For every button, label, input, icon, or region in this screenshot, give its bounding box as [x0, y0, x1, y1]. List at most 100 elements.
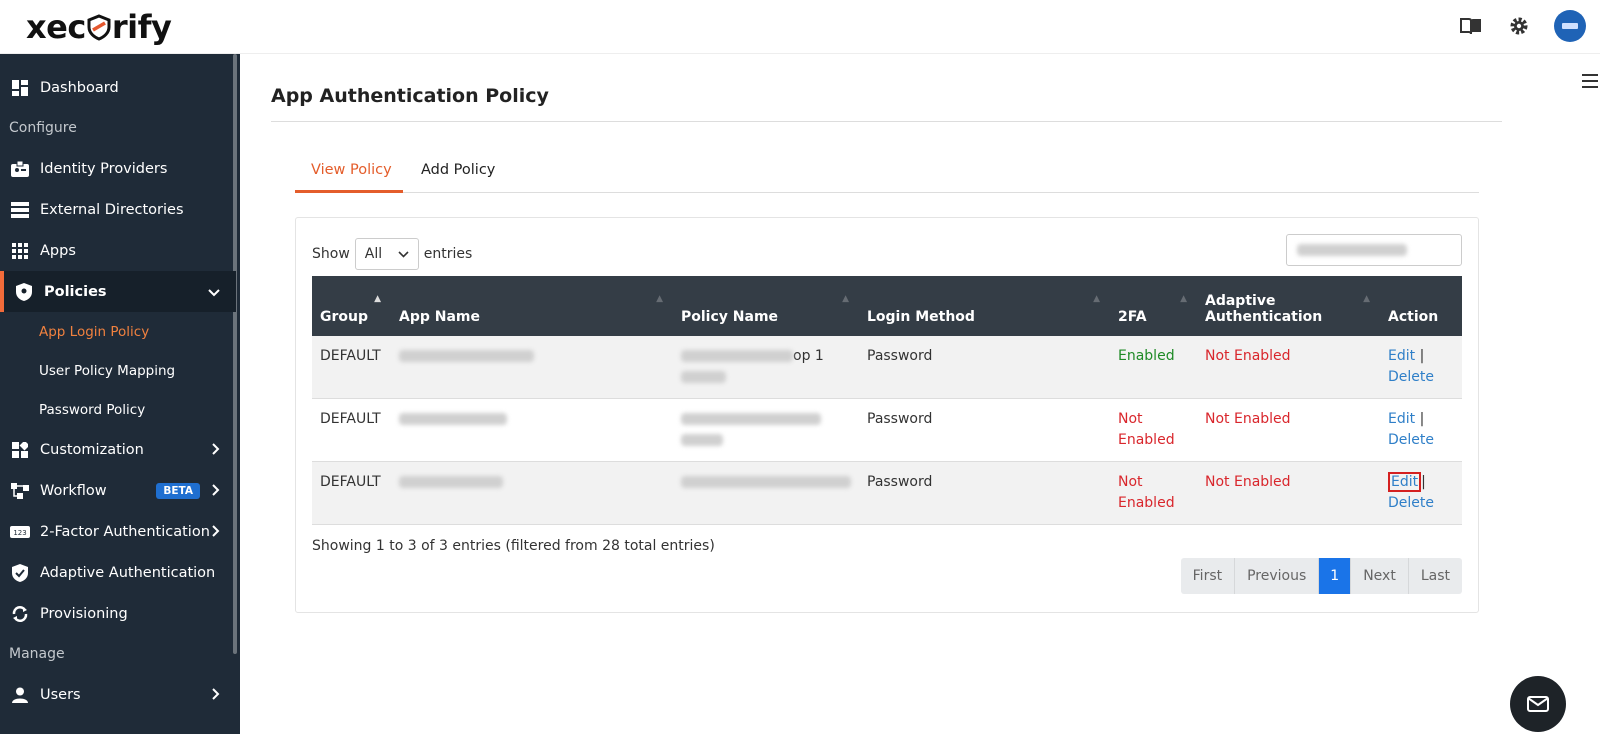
logo-shield-icon — [87, 14, 111, 41]
cell-app-name — [391, 336, 673, 399]
entries-length-control: Show All entries — [312, 238, 472, 270]
svg-text:123: 123 — [13, 529, 26, 537]
delete-link[interactable]: Delete — [1388, 495, 1434, 511]
shield-icon — [14, 282, 34, 302]
sidebar-item-policies[interactable]: Policies — [0, 271, 236, 312]
cell-2fa: Not Enabled — [1118, 474, 1175, 511]
redacted-text — [399, 476, 503, 488]
user-icon — [10, 685, 30, 705]
cell-policy-name — [673, 462, 859, 525]
sort-icon: ▲ — [1363, 294, 1370, 304]
cell-action: Edit | Delete — [1388, 411, 1434, 448]
redacted-text — [399, 350, 534, 362]
sort-icon: ▲ — [656, 294, 663, 304]
redacted-text — [681, 434, 723, 446]
sidebar-sub-app-login-policy[interactable]: App Login Policy — [39, 324, 149, 340]
search-input[interactable] — [1286, 234, 1462, 266]
edit-link[interactable]: Edit — [1388, 472, 1422, 492]
sidebar-item-customization[interactable]: Customization — [0, 429, 236, 470]
sidebar-item-adaptive-auth[interactable]: Adaptive Authentication — [0, 552, 236, 593]
tab-add-policy[interactable]: Add Policy — [421, 162, 495, 178]
policy-table-card: Show All entries Group ▲ App Name ▲ Policy… — [295, 217, 1479, 613]
page-current-button[interactable]: 1 — [1319, 558, 1352, 594]
cell-app-name — [391, 399, 673, 462]
sidebar-sub-password-policy[interactable]: Password Policy — [39, 402, 145, 418]
gear-icon[interactable] — [1506, 13, 1532, 39]
sidebar-item-label: Users — [40, 686, 81, 703]
sidebar-item-identity-providers[interactable]: Identity Providers — [0, 148, 236, 189]
redacted-text — [399, 413, 507, 425]
cell-adaptive: Not Enabled — [1205, 348, 1291, 364]
table-row: DEFAULT op 1 Password Enabled Not Enable… — [312, 336, 1462, 399]
edit-link[interactable]: Edit — [1388, 411, 1415, 427]
sort-icon: ▲ — [1180, 294, 1187, 304]
section-configure: Configure — [9, 120, 77, 136]
sidebar-item-apps[interactable]: Apps — [0, 230, 236, 271]
delete-link[interactable]: Delete — [1388, 432, 1434, 448]
sidebar-sub-user-policy-mapping[interactable]: User Policy Mapping — [39, 363, 175, 379]
sidebar-item-label: Provisioning — [40, 605, 128, 622]
cell-2fa: Enabled — [1118, 348, 1175, 364]
col-login-method[interactable]: Login Method ▲ — [859, 276, 1110, 336]
redacted-text — [681, 350, 793, 362]
cell-adaptive: Not Enabled — [1205, 411, 1291, 427]
apps-grid-icon — [10, 241, 30, 261]
page-next-button[interactable]: Next — [1351, 558, 1409, 594]
workflow-icon — [10, 481, 30, 501]
directory-icon — [10, 200, 30, 220]
tab-active-indicator — [295, 190, 403, 193]
sidebar-item-workflow[interactable]: Workflow BETA — [0, 470, 236, 511]
entries-select[interactable]: All — [354, 238, 419, 270]
cell-action: Edit | Delete — [1388, 348, 1434, 385]
beta-badge: BETA — [156, 482, 200, 499]
sort-asc-icon: ▲ — [374, 294, 381, 304]
entries-label: entries — [423, 246, 473, 262]
avatar[interactable] — [1554, 10, 1586, 42]
chevron-right-icon — [212, 481, 220, 500]
sidebar-item-label: Customization — [40, 441, 144, 458]
sidebar-item-dashboard[interactable]: Dashboard — [0, 67, 236, 108]
logo: xec rify — [26, 8, 172, 46]
delete-link[interactable]: Delete — [1388, 369, 1434, 385]
divider — [271, 121, 1502, 122]
cell-policy-name: op 1 — [673, 336, 859, 399]
menu-icon[interactable] — [1582, 72, 1598, 93]
edit-link[interactable]: Edit — [1388, 348, 1415, 364]
cell-login-method: Password — [867, 411, 933, 427]
redacted-text — [1297, 244, 1407, 256]
page-last-button[interactable]: Last — [1409, 558, 1462, 594]
mail-icon[interactable] — [1510, 676, 1566, 732]
redacted-text — [681, 476, 851, 488]
col-app-name[interactable]: App Name ▲ — [391, 276, 673, 336]
book-icon[interactable] — [1458, 13, 1484, 39]
sort-icon: ▲ — [1093, 294, 1100, 304]
sidebar-item-label: Identity Providers — [40, 160, 168, 177]
show-label: Show — [312, 246, 350, 262]
entries-select-value: All — [364, 246, 383, 262]
cell-group: DEFAULT — [320, 411, 381, 427]
cell-adaptive: Not Enabled — [1205, 474, 1291, 490]
sidebar-item-provisioning[interactable]: Provisioning — [0, 593, 236, 634]
col-group[interactable]: Group ▲ — [312, 276, 391, 336]
sidebar-item-label: 2-Factor Authentication — [40, 523, 210, 540]
pagination: First Previous 1 Next Last — [1180, 558, 1462, 594]
cell-login-method: Password — [867, 474, 933, 490]
sidebar-item-label: Dashboard — [40, 79, 119, 96]
page-previous-button[interactable]: Previous — [1235, 558, 1320, 594]
policy-table: Group ▲ App Name ▲ Policy Name ▲ Login Meth… — [312, 276, 1462, 525]
col-policy-name[interactable]: Policy Name ▲ — [673, 276, 859, 336]
logo-text-left: xec — [26, 8, 86, 46]
col-2fa[interactable]: 2FA ▲ — [1110, 276, 1197, 336]
section-manage: Manage — [9, 646, 65, 662]
col-adaptive-auth[interactable]: Adaptive Authentication ▲ — [1197, 276, 1380, 336]
sidebar-item-2fa[interactable]: 123 2-Factor Authentication — [0, 511, 236, 552]
page-title: App Authentication Policy — [271, 85, 549, 107]
sidebar-item-label: Adaptive Authentication — [40, 564, 216, 581]
sidebar-item-users[interactable]: Users — [0, 674, 236, 715]
cell-action: Edit | Delete — [1388, 472, 1434, 511]
cell-group: DEFAULT — [320, 348, 381, 364]
page-first-button[interactable]: First — [1181, 558, 1236, 594]
tab-view-policy[interactable]: View Policy — [311, 162, 392, 178]
table-row: DEFAULT Password Not Enabled Not Enabled … — [312, 461, 1462, 525]
sidebar-item-external-directories[interactable]: External Directories — [0, 189, 236, 230]
